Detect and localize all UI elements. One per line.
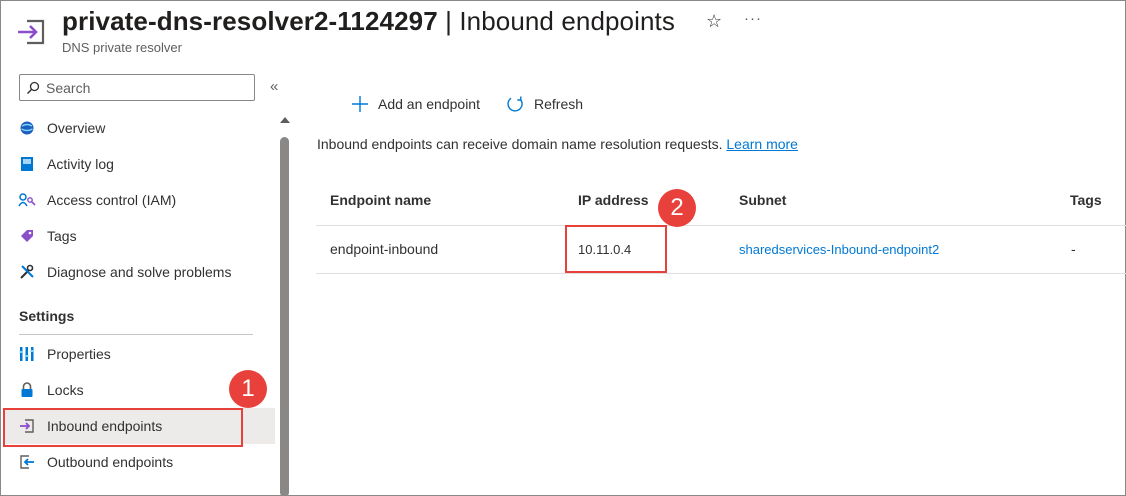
info-text: Inbound endpoints can receive domain nam… xyxy=(317,136,798,152)
cell-tags: - xyxy=(1071,241,1076,257)
sidebar-item-tags[interactable]: Tags xyxy=(5,218,275,254)
page-title: private-dns-resolver2-1124297 | Inbound … xyxy=(62,6,675,37)
column-header-subnet[interactable]: Subnet xyxy=(739,192,786,208)
favorite-star-icon[interactable]: ☆ xyxy=(706,11,722,32)
properties-icon xyxy=(18,345,36,363)
refresh-button[interactable]: Refresh xyxy=(506,91,583,117)
resource-type: DNS private resolver xyxy=(62,40,182,55)
scroll-up-arrow-icon[interactable] xyxy=(280,117,290,123)
sidebar-item-label: Tags xyxy=(47,228,77,244)
search-icon xyxy=(27,81,40,94)
sidebar-item-label: Activity log xyxy=(47,156,114,172)
sidebar-scrollbar[interactable] xyxy=(278,112,292,496)
add-endpoint-label: Add an endpoint xyxy=(378,96,480,112)
column-header-ip-address[interactable]: IP address xyxy=(578,192,649,208)
sidebar-item-label: Overview xyxy=(47,120,106,136)
refresh-label: Refresh xyxy=(534,96,584,112)
blade-name: Inbound endpoints xyxy=(459,6,675,36)
settings-heading: Settings xyxy=(19,308,75,324)
highlight-box-ip-address xyxy=(565,225,667,273)
table-row-divider xyxy=(316,273,1126,274)
sidebar-item-label: Outbound endpoints xyxy=(47,454,174,470)
search-field[interactable] xyxy=(19,74,255,101)
sidebar-item-properties[interactable]: Properties xyxy=(5,336,275,372)
activity-log-icon xyxy=(18,155,36,173)
step-badge-2: 2 xyxy=(658,189,696,227)
learn-more-link[interactable]: Learn more xyxy=(726,136,798,152)
resource-name: private-dns-resolver2-1124297 xyxy=(62,6,438,36)
sidebar-item-outbound-endpoints[interactable]: Outbound endpoints xyxy=(5,444,275,480)
collapse-sidebar-icon[interactable]: « xyxy=(270,78,278,95)
step-badge-1: 1 xyxy=(229,370,267,408)
sidebar-item-label: Properties xyxy=(47,346,111,362)
column-header-tags[interactable]: Tags xyxy=(1070,192,1102,208)
sidebar-item-label: Diagnose and solve problems xyxy=(47,264,232,280)
lock-icon xyxy=(18,381,36,399)
iam-icon xyxy=(18,191,36,209)
dns-resolver-icon xyxy=(17,18,47,46)
add-endpoint-button[interactable]: Add an endpoint xyxy=(351,91,480,117)
sidebar-item-overview[interactable]: Overview xyxy=(5,110,275,146)
overview-icon xyxy=(18,119,36,137)
scroll-thumb[interactable] xyxy=(280,137,289,496)
sidebar-item-diagnose[interactable]: Diagnose and solve problems xyxy=(5,254,275,290)
title-separator: | xyxy=(445,6,452,36)
column-header-endpoint-name[interactable]: Endpoint name xyxy=(330,192,431,208)
search-input[interactable] xyxy=(46,79,236,96)
plus-icon xyxy=(352,96,368,112)
refresh-icon xyxy=(507,96,523,112)
sidebar-item-label: Access control (IAM) xyxy=(47,192,177,208)
table-header-divider xyxy=(316,225,1126,226)
highlight-box-inbound xyxy=(3,408,243,447)
sidebar-item-label: Locks xyxy=(47,382,84,398)
more-options-icon[interactable]: ··· xyxy=(744,10,762,27)
wrench-icon xyxy=(18,263,36,281)
tag-icon xyxy=(18,227,36,245)
settings-divider xyxy=(19,334,253,335)
sidebar-item-activity-log[interactable]: Activity log xyxy=(5,146,275,182)
info-message: Inbound endpoints can receive domain nam… xyxy=(317,136,723,152)
outbound-icon xyxy=(18,453,36,471)
sidebar-item-access-control[interactable]: Access control (IAM) xyxy=(5,182,275,218)
subnet-link[interactable]: sharedservices-Inbound-endpoint2 xyxy=(739,242,939,257)
cell-endpoint-name[interactable]: endpoint-inbound xyxy=(330,241,438,257)
